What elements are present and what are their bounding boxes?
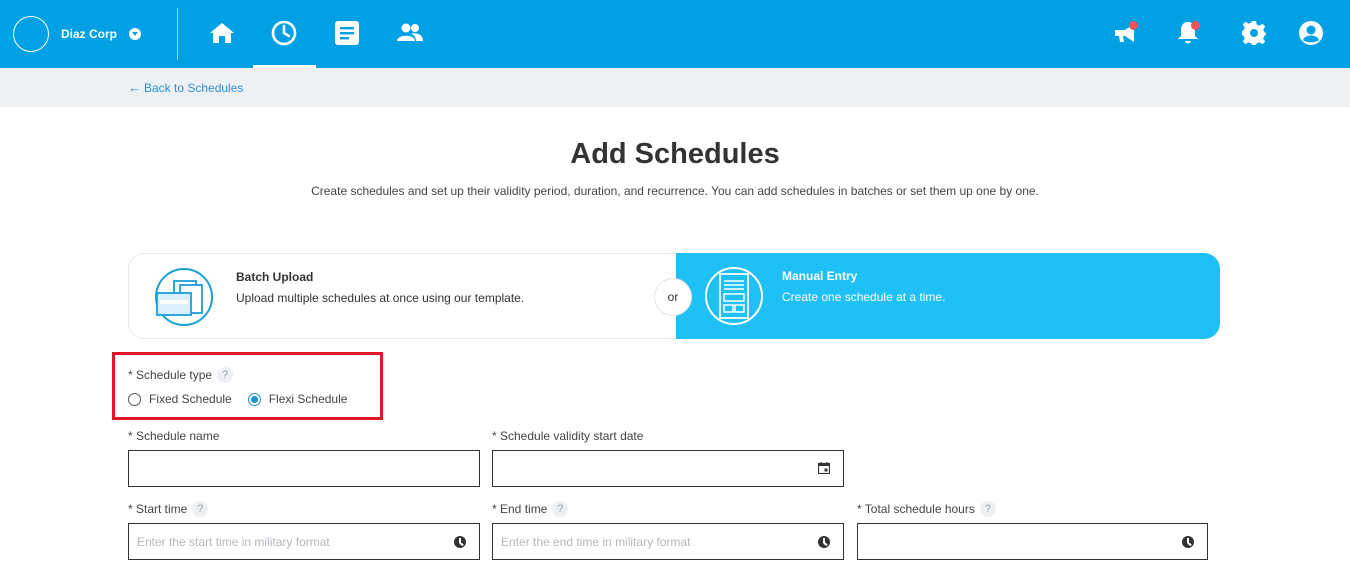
clock-icon[interactable] [454,536,466,548]
batch-upload-icon [155,268,213,326]
notification-dot [1129,21,1138,30]
end-time-input[interactable] [492,523,844,560]
total-hours-input[interactable] [857,523,1208,560]
flexi-schedule-radio[interactable] [247,392,261,406]
schedule-type-options: Fixed Schedule Flexi Schedule [128,392,363,406]
document-icon[interactable] [332,18,362,48]
end-time-label: * End time ? [492,501,569,517]
company-avatar[interactable] [13,16,49,52]
calendar-icon[interactable] [818,462,830,474]
arrow-left-icon: ← [128,80,141,95]
fixed-schedule-radio[interactable] [128,392,141,406]
manual-entry-icon [705,267,763,325]
help-icon[interactable]: ? [552,501,569,517]
people-icon[interactable] [395,18,425,48]
company-name[interactable]: Diaz Corp [61,27,117,41]
manual-entry-card[interactable]: Manual Entry Create one schedule at a ti… [676,253,1220,339]
gear-icon[interactable] [1239,18,1269,48]
top-navigation-bar: Diaz Corp [0,0,1350,68]
page-description: Create schedules and set up their validi… [311,184,1039,198]
back-to-schedules-link[interactable]: ← Back to Schedules [128,80,243,95]
back-link-label: Back to Schedules [144,80,244,95]
start-time-label-text: * Start time [128,502,188,516]
flexi-schedule-label: Flexi Schedule [268,392,348,406]
schedule-name-label: * Schedule name [128,429,219,443]
sub-header: ← Back to Schedules [0,68,1350,107]
flexi-schedule-option[interactable]: Flexi Schedule [247,392,348,406]
batch-upload-title: Batch Upload [236,270,314,284]
chevron-down-icon[interactable] [129,28,142,40]
megaphone-icon[interactable] [1111,18,1141,48]
batch-upload-description: Upload multiple schedules at once using … [236,291,525,305]
user-profile-icon[interactable] [1296,18,1326,48]
total-hours-label-text: * Total schedule hours [857,502,975,516]
validity-date-label: * Schedule validity start date [492,429,643,443]
manual-entry-description: Create one schedule at a time. [782,290,946,304]
fixed-schedule-option[interactable]: Fixed Schedule [128,392,232,406]
entry-method-selector: Batch Upload Upload multiple schedules a… [128,253,1220,339]
schedule-type-label: * Schedule type ? [128,367,234,383]
home-icon[interactable] [207,18,237,48]
manual-entry-title: Manual Entry [782,269,858,283]
or-separator: or [654,278,692,316]
clock-icon[interactable] [269,18,299,48]
batch-upload-card[interactable]: Batch Upload Upload multiple schedules a… [128,253,688,339]
company-switcher[interactable]: Diaz Corp [13,16,142,52]
schedule-name-input[interactable] [128,450,480,487]
clock-icon[interactable] [1182,536,1194,548]
start-time-input[interactable] [128,523,480,560]
help-icon[interactable]: ? [217,367,234,383]
highlight-box [112,352,383,420]
clock-icon[interactable] [818,536,830,548]
end-time-label-text: * End time [492,502,548,516]
bell-icon[interactable] [1173,18,1203,48]
help-icon[interactable]: ? [979,501,996,517]
schedule-type-label-text: * Schedule type [128,368,213,382]
start-time-label: * Start time ? [128,501,209,517]
fixed-schedule-label: Fixed Schedule [149,392,232,406]
total-hours-label: * Total schedule hours ? [857,501,996,517]
notification-dot [1191,21,1200,30]
validity-date-label-text: * Schedule validity start date [492,429,644,443]
validity-date-input[interactable] [492,450,844,487]
help-icon[interactable]: ? [192,501,209,517]
page-title: Add Schedules [570,138,780,170]
schedule-name-label-text: * Schedule name [128,429,220,443]
nav-divider [177,8,178,60]
